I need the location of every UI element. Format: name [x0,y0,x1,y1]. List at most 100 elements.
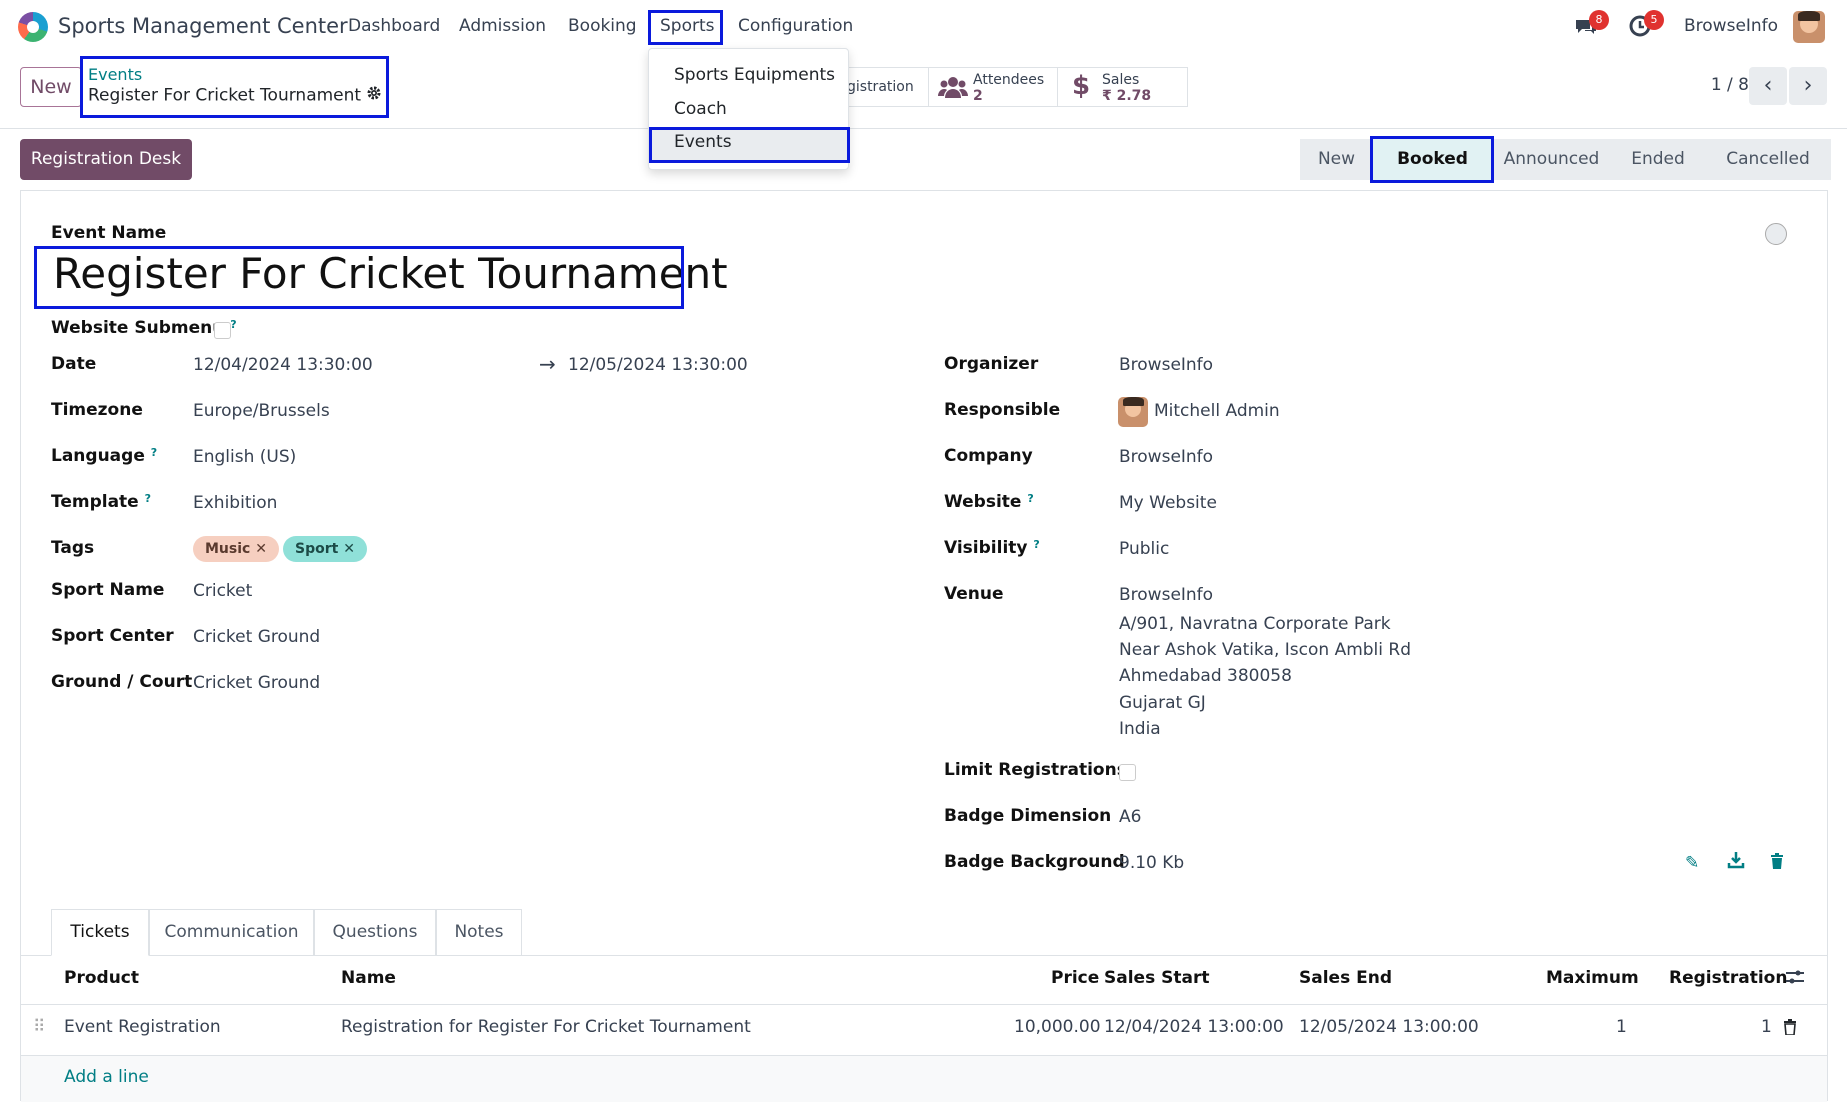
users-icon [938,74,968,104]
website-submenu-checkbox[interactable] [214,322,231,339]
sports-dropdown-menu: Sports Equipments Coach Events [648,48,850,170]
organizer-field[interactable]: BrowseInfo [1119,355,1213,375]
app-logo-icon[interactable] [18,12,48,42]
pager-value[interactable]: 1 / 8 [1711,75,1749,95]
date-begin-field[interactable]: 12/04/2024 13:30:00 [193,355,373,375]
stat-attendees[interactable]: Attendees 2 [928,67,1058,107]
venue-line: Near Ashok Vatika, Iscon Ambli Rd [1119,640,1412,660]
menu-dashboard[interactable]: Dashboard [348,16,440,36]
language-field[interactable]: English (US) [193,447,296,467]
menu-admission[interactable]: Admission [459,16,546,36]
venue-line: A/901, Navratna Corporate Park [1119,614,1391,634]
template-field[interactable]: Exhibition [193,493,277,513]
col-name[interactable]: Name [341,968,396,988]
optional-columns-icon[interactable] [1786,969,1804,990]
limit-registrations-label: Limit Registrations [944,760,1127,780]
help-icon[interactable]: ? [145,492,151,505]
download-icon[interactable] [1727,851,1745,874]
dropdown-item-coach[interactable]: Coach [674,99,727,119]
menu-sports-highlight [648,10,723,45]
help-icon[interactable]: ? [151,446,157,459]
sport-name-field[interactable]: Cricket [193,581,252,601]
visibility-field[interactable]: Public [1119,539,1169,559]
app-name[interactable]: Sports Management Center [58,14,348,38]
user-avatar[interactable] [1793,11,1825,43]
trash-icon[interactable] [1783,1019,1797,1040]
template-label-text: Template [51,492,139,512]
tab-tickets[interactable]: Tickets [51,909,149,956]
add-a-line-link[interactable]: Add a line [64,1067,149,1087]
help-icon[interactable]: ? [1027,492,1033,505]
cell-price[interactable]: 10,000.00 [1014,1017,1101,1037]
cell-maximum[interactable]: 1 [1616,1017,1627,1037]
cell-registration[interactable]: 1 [1761,1017,1772,1037]
help-icon[interactable]: ? [1033,538,1039,551]
venue-label: Venue [944,584,1004,604]
stage-announced[interactable]: Announced [1492,139,1611,180]
close-icon[interactable]: ✕ [343,541,355,557]
tags-label: Tags [51,538,95,558]
pager-next-button[interactable]: › [1789,67,1827,105]
tab-questions[interactable]: Questions [314,909,436,956]
breadcrumb-highlight [80,56,389,118]
badge-background-label: Badge Background [944,852,1125,872]
venue-line[interactable]: BrowseInfo [1119,585,1213,605]
dropdown-item-sports-equipments[interactable]: Sports Equipments [674,65,835,85]
table-header-divider [21,1004,1827,1005]
col-price[interactable]: Price [1051,968,1099,988]
cell-product[interactable]: Event Registration [64,1017,221,1037]
sport-center-field[interactable]: Cricket Ground [193,627,320,647]
help-icon[interactable]: ? [230,318,236,331]
stage-ended[interactable]: Ended [1611,139,1705,180]
responsible-label: Responsible [944,400,1061,420]
new-button[interactable]: New [20,67,82,107]
company-label: Company [944,446,1033,466]
company-name[interactable]: BrowseInfo [1684,16,1778,36]
cell-name[interactable]: Registration for Register For Cricket To… [341,1017,751,1037]
venue-line: Ahmedabad 380058 [1119,666,1292,686]
sport-center-label: Sport Center [51,626,174,646]
dollar-icon: $ [1072,71,1091,101]
stat-sales[interactable]: $ Sales ₹ 2.78 [1057,67,1188,107]
template-label: Template ? [51,492,151,512]
arrow-right-icon: → [539,352,556,376]
sport-name-label: Sport Name [51,580,165,600]
tag-sport-label: Sport [295,541,339,557]
trash-icon[interactable] [1770,853,1784,874]
ground-court-field[interactable]: Cricket Ground [193,673,320,693]
website-field[interactable]: My Website [1119,493,1217,513]
registration-desk-button[interactable]: Registration Desk [20,139,192,180]
pencil-icon[interactable]: ✎ [1685,853,1699,873]
cell-sales-end[interactable]: 12/05/2024 13:00:00 [1299,1017,1479,1037]
cell-sales-start[interactable]: 12/04/2024 13:00:00 [1104,1017,1284,1037]
stat-registration-label: gistration [847,79,914,95]
col-sales-start[interactable]: Sales Start [1104,968,1209,988]
timezone-field[interactable]: Europe/Brussels [193,401,330,421]
badge-dimension-field[interactable]: A6 [1119,807,1141,827]
limit-registrations-checkbox[interactable] [1119,764,1136,781]
col-sales-end[interactable]: Sales End [1299,968,1392,988]
col-product[interactable]: Product [64,968,139,988]
website-submenu-label-text: Website Submenu [51,318,225,338]
tag-sport[interactable]: Sport ✕ [283,536,367,562]
close-icon[interactable]: ✕ [255,541,267,557]
messages-count-badge: 8 [1589,10,1609,30]
responsible-avatar [1118,397,1148,427]
badge-background-field: 9.10 Kb [1119,853,1185,873]
company-field[interactable]: BrowseInfo [1119,447,1213,467]
tab-notes[interactable]: Notes [436,909,522,956]
tag-music[interactable]: Music ✕ [193,536,279,562]
pager-previous-button[interactable]: ‹ [1749,67,1787,105]
tab-communication[interactable]: Communication [149,909,314,956]
menu-booking[interactable]: Booking [568,16,637,36]
date-end-field[interactable]: 12/05/2024 13:30:00 [568,355,748,375]
venue-line: Gujarat GJ [1119,693,1206,713]
stage-cancelled[interactable]: Cancelled [1705,139,1831,180]
col-maximum[interactable]: Maximum [1546,968,1639,988]
stage-new[interactable]: New [1300,139,1373,180]
responsible-field[interactable]: Mitchell Admin [1154,401,1280,421]
drag-handle-icon[interactable]: ⠿ [33,1017,45,1037]
kanban-state-toggle[interactable] [1765,223,1787,245]
menu-configuration[interactable]: Configuration [738,16,853,36]
col-registration[interactable]: Registration [1669,968,1787,988]
